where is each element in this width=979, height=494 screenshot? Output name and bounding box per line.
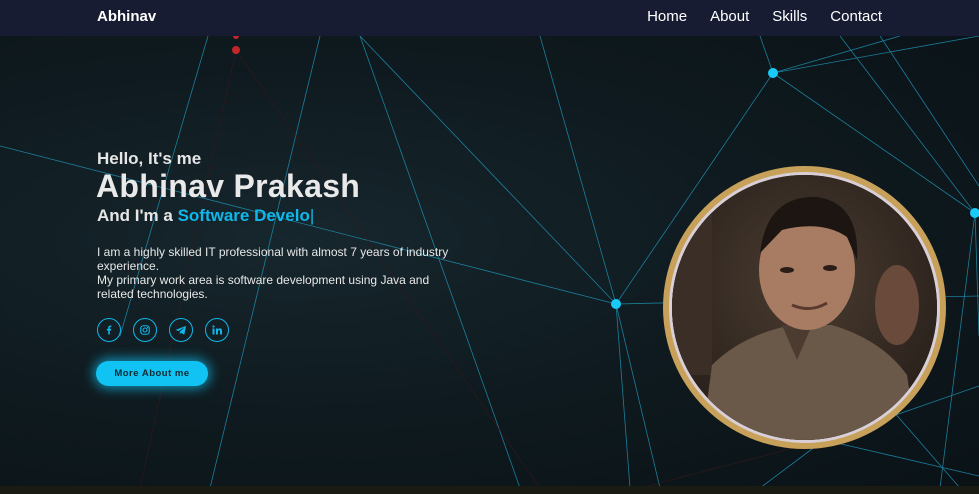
- more-about-me-button[interactable]: More About me: [96, 361, 208, 386]
- bio-line-1: I am a highly skilled IT professional wi…: [97, 245, 449, 273]
- profile-photo-image: [672, 175, 937, 440]
- telegram-link[interactable]: [169, 318, 193, 342]
- bio-line-2: My primary work area is software develop…: [97, 273, 430, 301]
- linkedin-icon: [212, 325, 222, 335]
- social-links: [97, 318, 229, 342]
- instagram-icon: [140, 325, 150, 335]
- profile-photo-frame: [663, 166, 946, 449]
- hero-role-line: And I'm a Software Develo|: [97, 206, 314, 226]
- instagram-link[interactable]: [133, 318, 157, 342]
- facebook-link[interactable]: [97, 318, 121, 342]
- navbar: Abhinav Home About Skills Contact: [0, 0, 979, 36]
- facebook-icon: [106, 325, 112, 335]
- bottom-section-edge: [0, 486, 979, 494]
- hero-role-prefix: And I'm a: [97, 206, 173, 225]
- telegram-icon: [175, 326, 186, 335]
- nav-link-skills[interactable]: Skills: [772, 8, 807, 25]
- brand-logo[interactable]: Abhinav: [97, 8, 156, 25]
- nav-links: Home About Skills Contact: [647, 8, 882, 25]
- hero-role-typed: Software Develo: [177, 206, 310, 225]
- nav-link-about[interactable]: About: [710, 8, 749, 25]
- hero-greeting: Hello, It's me: [97, 149, 202, 168]
- hero-name: Abhinav Prakash: [96, 168, 361, 204]
- nav-link-contact[interactable]: Contact: [830, 8, 882, 25]
- nav-link-home[interactable]: Home: [647, 8, 687, 25]
- linkedin-link[interactable]: [205, 318, 229, 342]
- hero-bio: I am a highly skilled IT professional wi…: [97, 245, 467, 301]
- typing-cursor: |: [309, 206, 315, 225]
- profile-photo: [669, 172, 940, 443]
